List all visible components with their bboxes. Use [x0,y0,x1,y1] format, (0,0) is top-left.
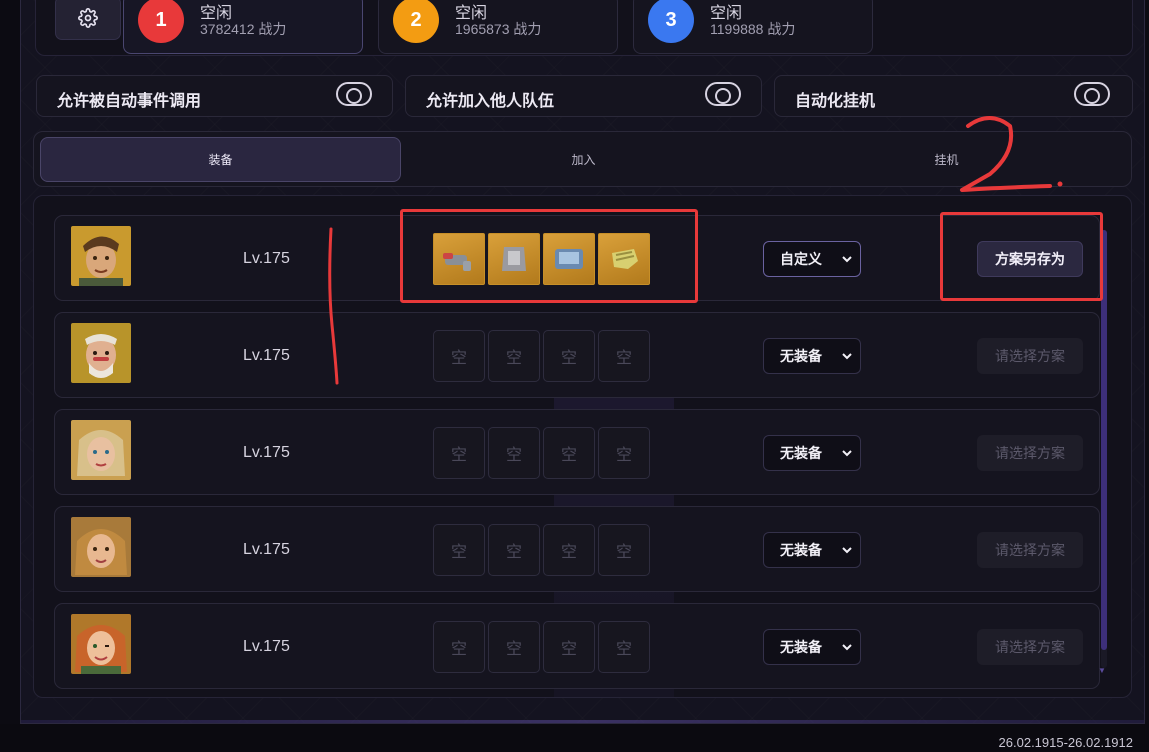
equipment-slot[interactable] [488,233,540,285]
equipment-slot[interactable]: 空 [598,524,650,576]
team-card-2[interactable]: 2 空闲 1965873 战力 [378,0,618,54]
team-number-badge: 3 [648,0,694,43]
settings-button[interactable] [55,0,121,40]
toggle-label: 允许被自动事件调用 [57,93,202,110]
equipment-slot[interactable]: 空 [433,330,485,382]
member-row-2: Lv.175 空 空 空 空 无装备 请选择方案 [54,312,1100,398]
equipment-slot[interactable]: 空 [488,524,540,576]
choose-preset-button[interactable]: 请选择方案 [977,532,1083,568]
equipment-slots: 空 空 空 空 [433,427,650,479]
equipment-slot[interactable]: 空 [488,330,540,382]
toggle-auto-idle: 自动化挂机 [774,75,1133,117]
toggle-switch[interactable] [705,82,741,106]
equipment-slots [433,233,650,285]
team-card-3[interactable]: 3 空闲 1199888 战力 [633,0,873,54]
gear-icon [78,8,98,28]
avatar [71,420,131,480]
toggle-switch[interactable] [1074,82,1110,106]
scroll-down-arrow-icon[interactable]: ▼ [1098,666,1106,675]
choose-preset-button[interactable]: 请选择方案 [977,629,1083,665]
equipment-slot[interactable] [543,233,595,285]
preset-select-value: 无装备 [780,445,822,461]
preset-select[interactable]: 无装备 [763,629,861,665]
equipment-slot[interactable]: 空 [598,427,650,479]
avatar [71,614,131,674]
equipment-slot[interactable] [433,233,485,285]
timestamp: 26.02.1915-26.02.1912 [998,735,1133,750]
preset-select-value: 无装备 [780,542,822,558]
member-level: Lv.175 [243,347,290,364]
equipment-slot[interactable]: 空 [433,621,485,673]
preset-select[interactable]: 无装备 [763,435,861,471]
equipment-slot[interactable]: 空 [488,427,540,479]
equipment-slot[interactable] [598,233,650,285]
equipment-slot[interactable]: 空 [543,524,595,576]
member-list: Lv.175 自定义 方案另存为 Lv.175 空 空 空 空 无装备 请选择方… [33,195,1132,698]
member-row-4: Lv.175 空 空 空 空 无装备 请选择方案 [54,506,1100,592]
toggle-join-others: 允许加入他人队伍 [405,75,762,117]
equipment-slot[interactable]: 空 [488,621,540,673]
chevron-down-icon [842,353,852,360]
preset-select-value: 无装备 [780,348,822,364]
tab-bar: 装备 加入 挂机 [33,131,1132,187]
member-level: Lv.175 [243,444,290,461]
chevron-down-icon [842,256,852,263]
preset-select-value: 自定义 [780,251,822,267]
team-power: 1965873 战力 [455,21,542,37]
chevron-down-icon [842,450,852,457]
save-preset-button[interactable]: 方案另存为 [977,241,1083,277]
equipment-slot[interactable]: 空 [543,427,595,479]
status-bar: 26.02.1915-26.02.1912 [0,724,1149,752]
equipment-slot[interactable]: 空 [433,427,485,479]
scrollbar-thumb[interactable] [1101,230,1107,650]
equipment-slot[interactable]: 空 [598,330,650,382]
tab-idle[interactable]: 挂机 [766,137,1127,182]
toggle-switch[interactable] [336,82,372,106]
armor-icon [502,247,526,271]
equipment-slot[interactable]: 空 [543,621,595,673]
equipment-slots: 空 空 空 空 [433,621,650,673]
equipment-slots: 空 空 空 空 [433,330,650,382]
equipment-slot[interactable]: 空 [543,330,595,382]
member-level: Lv.175 [243,541,290,558]
member-level: Lv.175 [243,638,290,655]
avatar [71,323,131,383]
toggle-label: 自动化挂机 [795,93,876,110]
chevron-down-icon [842,547,852,554]
preset-select[interactable]: 无装备 [763,338,861,374]
equipment-slots: 空 空 空 空 [433,524,650,576]
equipment-slot[interactable]: 空 [598,621,650,673]
device-icon [555,249,583,269]
equipment-slot[interactable]: 空 [433,524,485,576]
member-row-1: Lv.175 自定义 方案另存为 [54,215,1100,301]
preset-select[interactable]: 自定义 [763,241,861,277]
member-row-5: Lv.175 空 空 空 空 无装备 请选择方案 [54,603,1100,689]
tab-equipment[interactable]: 装备 [40,137,401,182]
toggle-auto-event: 允许被自动事件调用 [36,75,393,117]
preset-select[interactable]: 无装备 [763,532,861,568]
preset-select-value: 无装备 [780,639,822,655]
member-row-3: Lv.175 空 空 空 空 无装备 请选择方案 [54,409,1100,495]
team-card-1[interactable]: 1 空闲 3782412 战力 [123,0,363,54]
avatar [71,517,131,577]
team-number-badge: 2 [393,0,439,43]
choose-preset-button[interactable]: 请选择方案 [977,338,1083,374]
weapon-icon [443,253,471,271]
team-number-badge: 1 [138,0,184,43]
chevron-down-icon [842,644,852,651]
team-power: 1199888 战力 [710,21,796,37]
member-level: Lv.175 [243,250,290,267]
team-power: 3782412 战力 [200,21,287,37]
tab-join[interactable]: 加入 [403,137,764,182]
choose-preset-button[interactable]: 请选择方案 [977,435,1083,471]
toggle-label: 允许加入他人队伍 [426,93,555,110]
gauntlet-icon [612,249,638,269]
avatar [71,226,131,286]
